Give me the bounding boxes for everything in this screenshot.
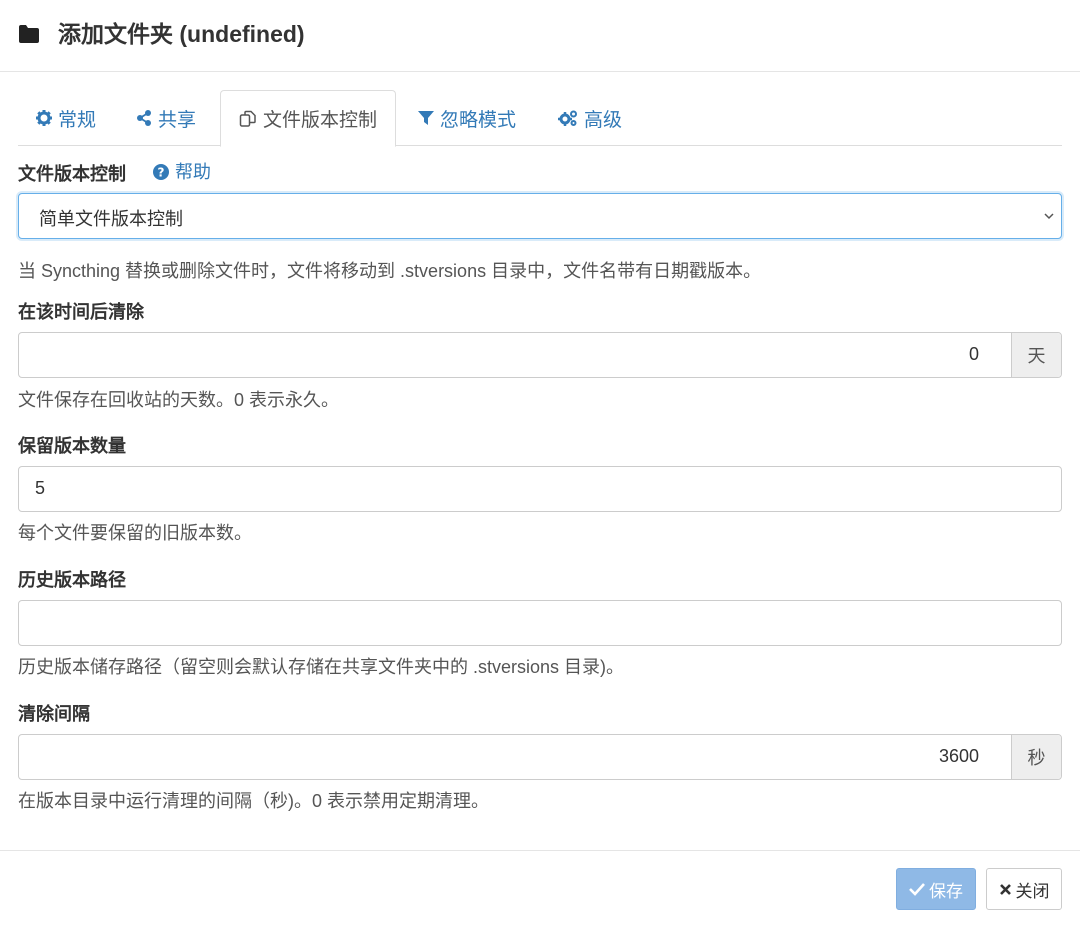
cleanup-interval-input[interactable]: 3600 xyxy=(939,746,979,767)
gear-icon xyxy=(36,110,52,126)
keep-versions-label: 保留版本数量 xyxy=(18,436,126,456)
svg-text:?: ? xyxy=(158,166,165,180)
save-button-label: 保存 xyxy=(929,881,963,901)
versioning-type-select[interactable]: 简单文件版本控制 xyxy=(18,193,1062,239)
copy-icon xyxy=(239,110,256,127)
versioning-label: 文件版本控制 ? 帮助 xyxy=(18,160,211,186)
gears-icon xyxy=(558,110,577,126)
cleanout-input[interactable]: 0 xyxy=(969,344,979,365)
keep-versions-help: 每个文件要保留的旧版本数。 xyxy=(18,523,252,543)
share-icon xyxy=(137,110,151,126)
tab-versioning[interactable]: 文件版本控制 xyxy=(220,90,397,147)
versioning-type-value: 简单文件版本控制 xyxy=(39,209,183,229)
versions-path-input[interactable] xyxy=(18,600,1062,646)
close-icon xyxy=(999,883,1011,895)
tab-advanced[interactable]: 高级 xyxy=(558,90,622,146)
versions-path-label: 历史版本路径 xyxy=(18,570,126,590)
tab-advanced-label: 高级 xyxy=(584,109,623,131)
cleanout-label: 在该时间后清除 xyxy=(18,302,144,322)
tab-sharing[interactable]: 共享 xyxy=(136,90,196,146)
tab-versioning-label: 文件版本控制 xyxy=(263,110,378,131)
tab-bar: 常规 共享 文件版本控制 忽略模式 高级 xyxy=(18,90,1062,147)
save-button[interactable]: 保存 xyxy=(896,868,976,910)
cleanup-interval-unit: 秒 xyxy=(1011,735,1061,779)
help-link-label: 帮助 xyxy=(175,162,212,182)
cleanout-help: 文件保存在回收站的天数。0 表示永久。 xyxy=(18,390,340,410)
dialog-header: 添加文件夹 (undefined) xyxy=(0,0,1080,72)
versions-path-help: 历史版本储存路径（留空则会默认存储在共享文件夹中的 .stversions 目录… xyxy=(18,657,625,677)
dialog-title: 添加文件夹 (undefined) xyxy=(58,21,305,47)
tab-ignore-label: 忽略模式 xyxy=(440,109,517,131)
close-button[interactable]: 关闭 xyxy=(986,868,1062,910)
close-button-label: 关闭 xyxy=(1015,881,1050,901)
tab-general-label: 常规 xyxy=(58,109,97,131)
folder-icon xyxy=(19,25,39,43)
cleanout-unit: 天 xyxy=(1011,333,1061,377)
help-link[interactable]: ? 帮助 xyxy=(153,160,211,184)
tab-general[interactable]: 常规 xyxy=(36,90,96,146)
cleanup-interval-label: 清除间隔 xyxy=(18,704,90,724)
question-circle-icon: ? xyxy=(153,164,170,180)
keep-versions-input[interactable]: 5 xyxy=(18,466,1062,512)
cleanup-interval-input-group: 3600 秒 xyxy=(18,734,1062,780)
chevron-down-icon xyxy=(1044,213,1054,220)
filter-icon xyxy=(418,111,434,125)
keep-versions-value: 5 xyxy=(35,478,46,498)
versioning-description: 当 Syncthing 替换或删除文件时，文件将移动到 .stversions … xyxy=(18,261,762,281)
versioning-label-text: 文件版本控制 xyxy=(18,164,126,184)
cleanup-interval-help: 在版本目录中运行清理的间隔（秒)。0 表示禁用定期清理。 xyxy=(18,791,490,811)
cleanout-input-group: 0 天 xyxy=(18,332,1062,378)
tab-sharing-label: 共享 xyxy=(158,109,197,131)
check-icon xyxy=(909,883,925,896)
tab-ignore-patterns[interactable]: 忽略模式 xyxy=(418,90,516,146)
